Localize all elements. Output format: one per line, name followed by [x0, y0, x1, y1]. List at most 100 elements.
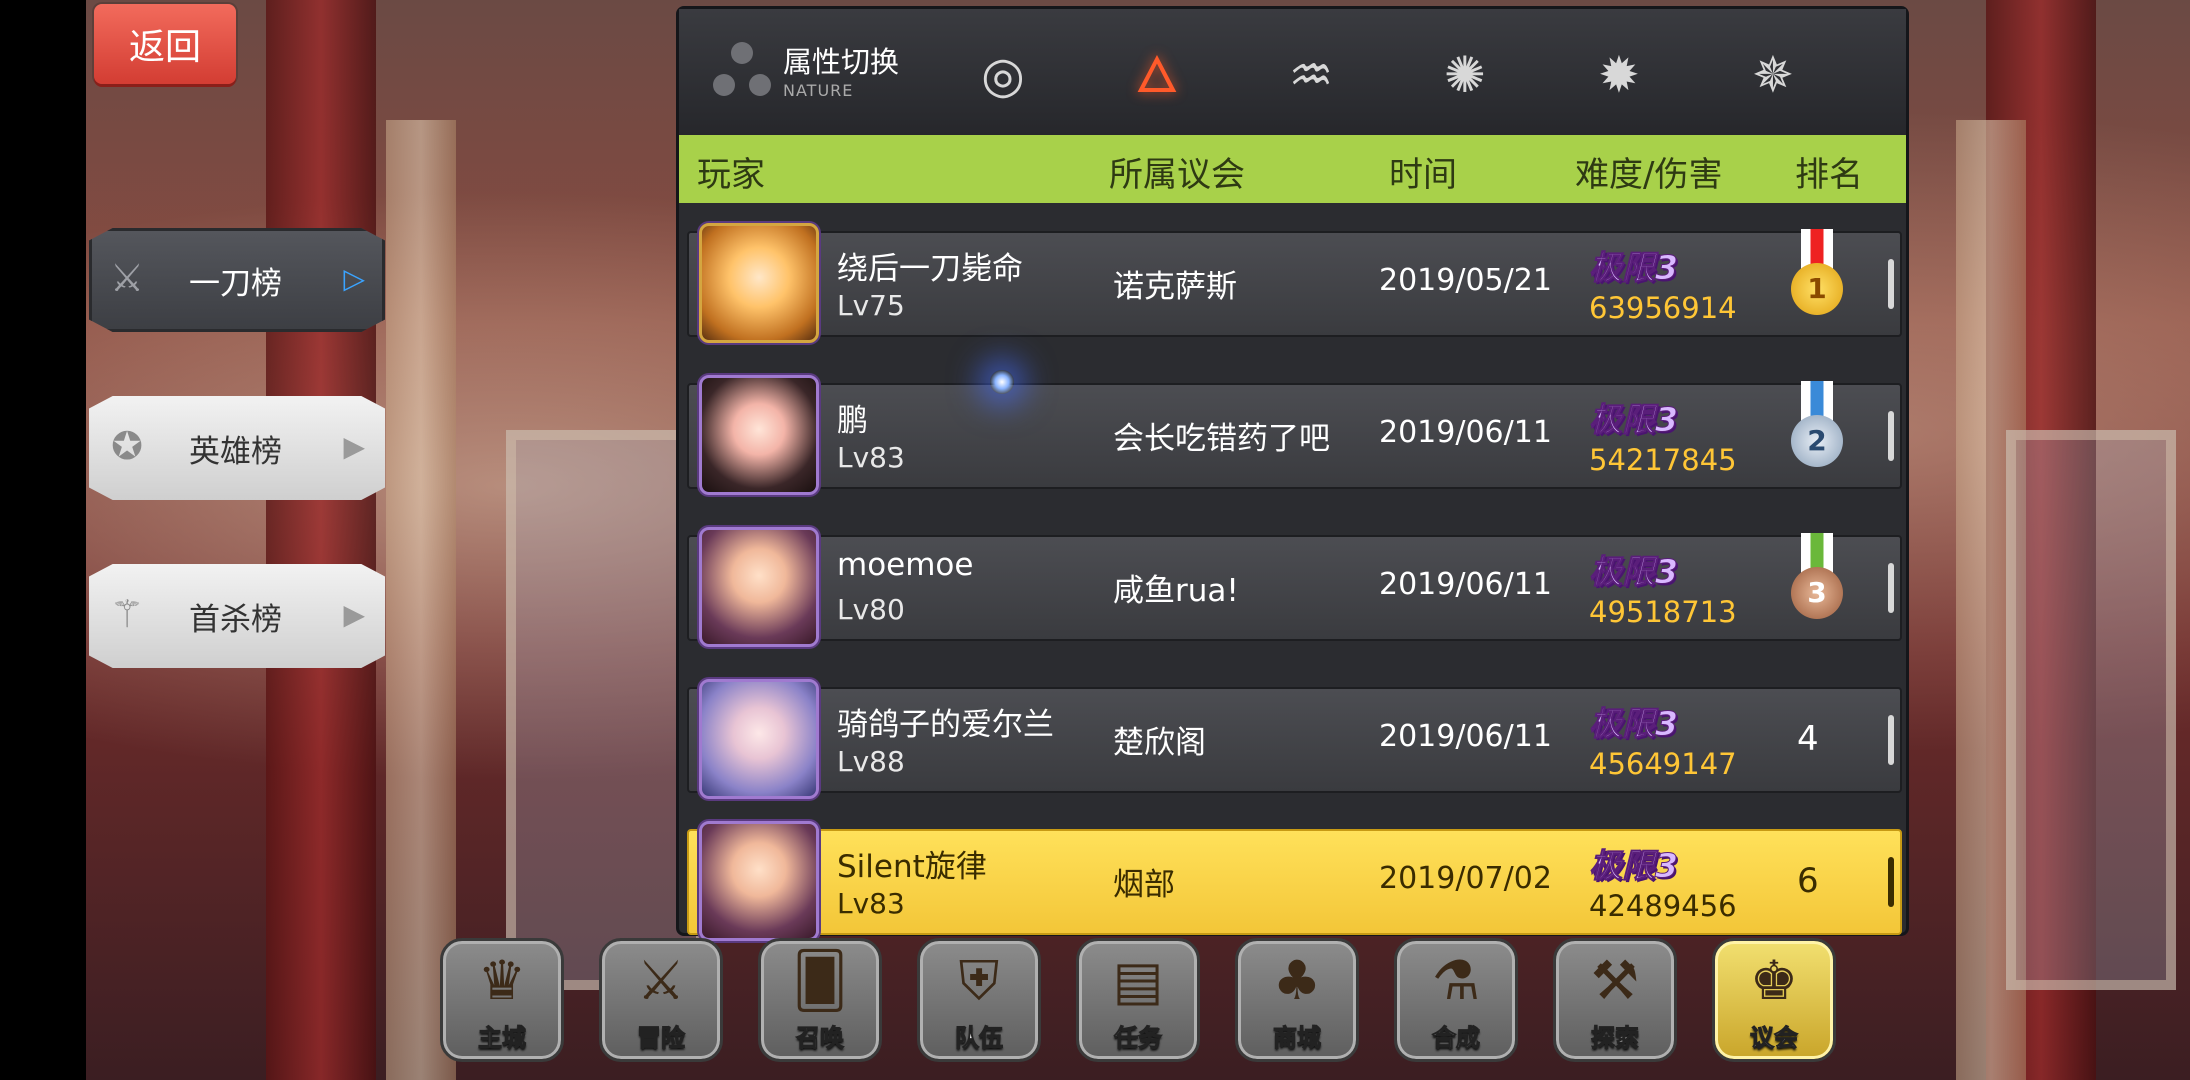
- record-time: 2019/06/11: [1379, 415, 1552, 450]
- row-scroll-tick: [1888, 411, 1894, 461]
- nav-quest[interactable]: ▤ 任务: [1076, 938, 1200, 1062]
- player-name: 绕后一刀毙命: [837, 251, 1023, 287]
- blades-icon: ⚚: [109, 592, 145, 636]
- gold-medal-icon: 1: [1789, 229, 1845, 329]
- nav-label: 冒险: [637, 1024, 686, 1053]
- tab-label: 英雄榜: [189, 433, 282, 470]
- player-avatar[interactable]: [699, 527, 819, 647]
- medal-icon: ✪: [111, 424, 143, 468]
- player-name: 骑鸽子的爱尔兰: [837, 707, 1054, 743]
- nav-adventure[interactable]: ⚔ 冒险: [599, 938, 723, 1062]
- council-emblem-icon: ♚: [1749, 949, 1799, 1012]
- player-avatar[interactable]: [699, 821, 819, 941]
- water-element-icon[interactable]: ♒: [1279, 43, 1343, 107]
- record-time: 2019/05/21: [1379, 263, 1552, 298]
- nav-label: 商城: [1273, 1024, 1322, 1053]
- nav-team[interactable]: ⛨ 队伍: [917, 938, 1041, 1062]
- back-button[interactable]: 返回: [94, 4, 236, 84]
- header-player: 玩家: [697, 155, 765, 195]
- nav-council[interactable]: ♚ 议会: [1712, 938, 1836, 1062]
- play-arrow-icon: ▷: [343, 262, 365, 295]
- player-level: Lv83: [837, 887, 905, 920]
- self-ranking-row[interactable]: Silent旋律 Lv83 烟部 2019/07/02 极限3 42489456…: [687, 821, 1902, 941]
- nature-triad-icon: [709, 40, 775, 100]
- player-name: 鹏: [837, 403, 868, 439]
- player-name: Silent旋律: [837, 849, 987, 885]
- nature-subtitle: NATURE: [783, 81, 854, 100]
- header-difficulty: 难度/伤害: [1575, 155, 1723, 195]
- winged-shield-icon: ⛨: [958, 949, 1000, 1012]
- nav-shop[interactable]: ♣ 商城: [1235, 938, 1359, 1062]
- nature-title: 属性切换: [783, 45, 900, 79]
- ranking-row[interactable]: 骑鸽子的爱尔兰 Lv88 楚欣阁 2019/06/11 极限3 45649147…: [687, 679, 1902, 799]
- row-scroll-tick: [1888, 857, 1894, 907]
- rank-number: 4: [1797, 719, 1819, 759]
- nav-summon[interactable]: 🂠 召唤: [758, 938, 882, 1062]
- light-element-icon[interactable]: ✹: [1587, 43, 1651, 107]
- silver-medal-icon: 2: [1789, 381, 1845, 481]
- bottom-navigation: ♛ 主城 ⚔ 冒险 🂠 召唤 ⛨ 队伍 ▤ 任务 ♣ 商城 ⚗ 合成 ⚒ 探索 …: [440, 938, 1840, 1068]
- nav-craft[interactable]: ⚗ 合成: [1394, 938, 1518, 1062]
- play-arrow-icon: ▶: [343, 430, 365, 463]
- ranking-panel: 属性切换 NATURE ◎ 🜂 ♒ ✺ ✹ ✵ 玩家 所属议会 时间 难度/伤害…: [676, 6, 1909, 941]
- difficulty-label: 极限3: [1589, 846, 1679, 886]
- record-time: 2019/06/11: [1379, 719, 1552, 754]
- fire-element-icon[interactable]: 🜂: [1125, 43, 1189, 107]
- tab-one-hit-ranking[interactable]: ⚔ 一刀榜 ▷: [89, 228, 385, 332]
- shop-tree-icon: ♣: [1272, 949, 1322, 1012]
- sparkle-effect: [990, 370, 1014, 394]
- bronze-medal-icon: 3: [1789, 533, 1845, 633]
- ranking-row[interactable]: 绕后一刀毙命 Lv75 诺克萨斯 2019/05/21 极限3 63956914…: [687, 223, 1902, 343]
- ranking-row[interactable]: moemoe Lv80 咸鱼rua! 2019/06/11 极限3 495187…: [687, 527, 1902, 647]
- nav-label: 任务: [1114, 1024, 1163, 1053]
- nav-label: 探索: [1591, 1024, 1640, 1053]
- nav-label: 召唤: [796, 1024, 845, 1053]
- difficulty-label: 极限3: [1589, 248, 1679, 288]
- difficulty-label: 极限3: [1589, 552, 1679, 592]
- row-scroll-tick: [1888, 259, 1894, 309]
- dark-element-icon[interactable]: ✵: [1741, 43, 1805, 107]
- row-scroll-tick: [1888, 715, 1894, 765]
- row-scroll-tick: [1888, 563, 1894, 613]
- nav-explore[interactable]: ⚒ 探索: [1553, 938, 1677, 1062]
- curtain: [266, 0, 376, 1080]
- damage-value: 49518713: [1589, 595, 1737, 629]
- tab-hero-ranking[interactable]: ✪ 英雄榜 ▶: [89, 396, 385, 500]
- player-avatar[interactable]: [699, 679, 819, 799]
- summon-card-icon: 🂠: [792, 949, 848, 1012]
- crossed-axes-icon: ⚔: [636, 949, 686, 1012]
- ring-element-icon[interactable]: ◎: [971, 43, 1035, 107]
- damage-value: 45649147: [1589, 747, 1737, 781]
- difficulty-label: 极限3: [1589, 400, 1679, 440]
- player-level: Lv88: [837, 745, 905, 778]
- nature-switch-label: 属性切换 NATURE: [709, 39, 899, 100]
- header-guild: 所属议会: [1109, 155, 1245, 195]
- record-time: 2019/07/02: [1379, 861, 1552, 896]
- difficulty-label: 极限3: [1589, 704, 1679, 744]
- scroll-book-icon: ▤: [1112, 949, 1164, 1012]
- wind-element-icon[interactable]: ✺: [1433, 43, 1497, 107]
- player-level: Lv80: [837, 593, 905, 626]
- crossed-swords-heart-icon: ⚔: [109, 256, 145, 300]
- player-avatar[interactable]: [699, 375, 819, 495]
- header-time: 时间: [1389, 155, 1457, 195]
- damage-value: 42489456: [1589, 889, 1737, 923]
- window: [2006, 430, 2176, 990]
- play-arrow-icon: ▶: [343, 598, 365, 631]
- player-guild: 诺克萨斯: [1113, 269, 1237, 305]
- player-level: Lv83: [837, 441, 905, 474]
- damage-value: 63956914: [1589, 291, 1737, 325]
- record-time: 2019/06/11: [1379, 567, 1552, 602]
- nav-main-city[interactable]: ♛ 主城: [440, 938, 564, 1062]
- ranking-row[interactable]: 鹏 Lv83 会长吃错药了吧 2019/06/11 极限3 54217845 2: [687, 375, 1902, 495]
- tab-first-kill-ranking[interactable]: ⚚ 首杀榜 ▶: [89, 564, 385, 668]
- player-guild: 会长吃错药了吧: [1113, 421, 1330, 457]
- tab-label: 首杀榜: [189, 601, 282, 638]
- player-guild: 楚欣阁: [1113, 725, 1206, 761]
- nav-label: 队伍: [955, 1024, 1004, 1053]
- crown-icon: ♛: [477, 949, 527, 1012]
- player-guild: 咸鱼rua!: [1113, 573, 1239, 609]
- player-avatar[interactable]: [699, 223, 819, 343]
- potion-icon: ⚗: [1431, 949, 1481, 1012]
- tab-label: 一刀榜: [189, 265, 282, 302]
